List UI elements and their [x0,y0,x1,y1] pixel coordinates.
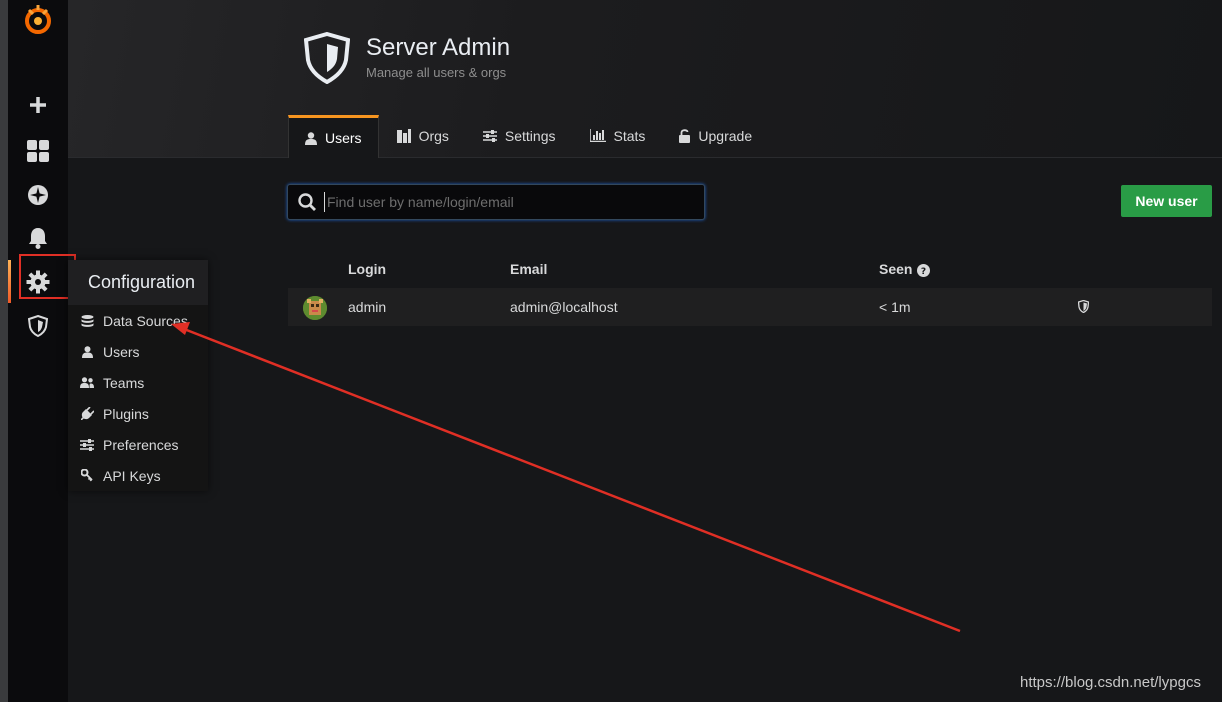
grafana-logo[interactable] [8,0,68,40]
tab-orgs[interactable]: Orgs [381,115,465,156]
tab-label: Settings [504,127,556,144]
column-header-login: Login [348,261,387,277]
menu-item-api-keys[interactable]: API Keys [80,460,208,491]
new-user-button[interactable]: New user [1121,185,1212,217]
tab-label: Users [325,130,362,146]
column-header-email: Email [510,261,548,277]
column-header-seen: Seen? [879,261,931,277]
configuration-menu-title[interactable]: Configuration [68,260,208,305]
bell-icon[interactable] [8,218,68,258]
avatar [303,296,327,320]
user-login[interactable]: admin [348,299,386,315]
menu-item-label: Users [103,343,140,360]
bar-chart-icon [589,129,606,142]
menu-item-label: Data Sources [103,312,188,329]
search-box [287,184,705,220]
admin-shield-icon [1077,299,1090,316]
search-icon [298,193,316,211]
window-edge [0,0,8,702]
tab-settings[interactable]: Settings [467,115,572,156]
user-icon [305,131,317,145]
gear-icon[interactable] [8,262,68,302]
menu-item-preferences[interactable]: Preferences [80,429,208,460]
plus-icon[interactable] [8,85,68,125]
menu-item-plugins[interactable]: Plugins [80,398,208,429]
menu-item-label: Teams [103,374,145,391]
column-header-seen-label: Seen [879,261,913,277]
tab-stats[interactable]: Stats [574,115,662,156]
tab-label: Stats [613,127,646,144]
tab-bar: Users Orgs Settings Stats Upgrade [288,115,770,158]
watermark: https://blog.csdn.net/lypgcs [1020,674,1201,691]
tab-users[interactable]: Users [288,115,379,158]
user-seen: < 1m [879,299,911,315]
menu-item-teams[interactable]: Teams [80,367,208,398]
building-icon [396,128,411,143]
menu-item-label: API Keys [103,467,161,484]
shield-icon[interactable] [8,306,68,346]
menu-item-label: Plugins [103,405,149,422]
page-title: Server Admin [366,34,511,61]
page-header: Server Admin Manage all users & orgs Use… [68,0,1222,158]
help-icon[interactable]: ? [917,263,931,277]
users-icon [80,377,94,388]
menu-item-label: Preferences [103,436,179,453]
side-menu [8,0,68,702]
key-icon [80,469,94,482]
menu-item-users[interactable]: Users [80,336,208,367]
menu-item-data-sources[interactable]: Data Sources [80,305,208,336]
tab-label: Upgrade [698,127,753,144]
sliders-icon [80,438,94,451]
configuration-menu: Configuration Data Sources Users Teams P… [68,260,208,491]
shield-icon [303,31,351,89]
user-icon [80,345,94,358]
sliders-icon [482,129,497,142]
plug-icon [80,407,94,420]
user-email[interactable]: admin@localhost [510,299,618,315]
tab-upgrade[interactable]: Upgrade [663,115,768,156]
page-subtitle: Manage all users & orgs [366,65,507,80]
unlock-icon [679,128,691,143]
tab-label: Orgs [418,127,449,144]
svg-text:?: ? [921,267,926,277]
explore-icon[interactable] [8,175,68,215]
search-input[interactable] [324,192,704,212]
table-row[interactable]: admin admin@localhost < 1m [288,288,1212,326]
dashboards-icon[interactable] [8,131,68,171]
database-icon [80,314,94,327]
